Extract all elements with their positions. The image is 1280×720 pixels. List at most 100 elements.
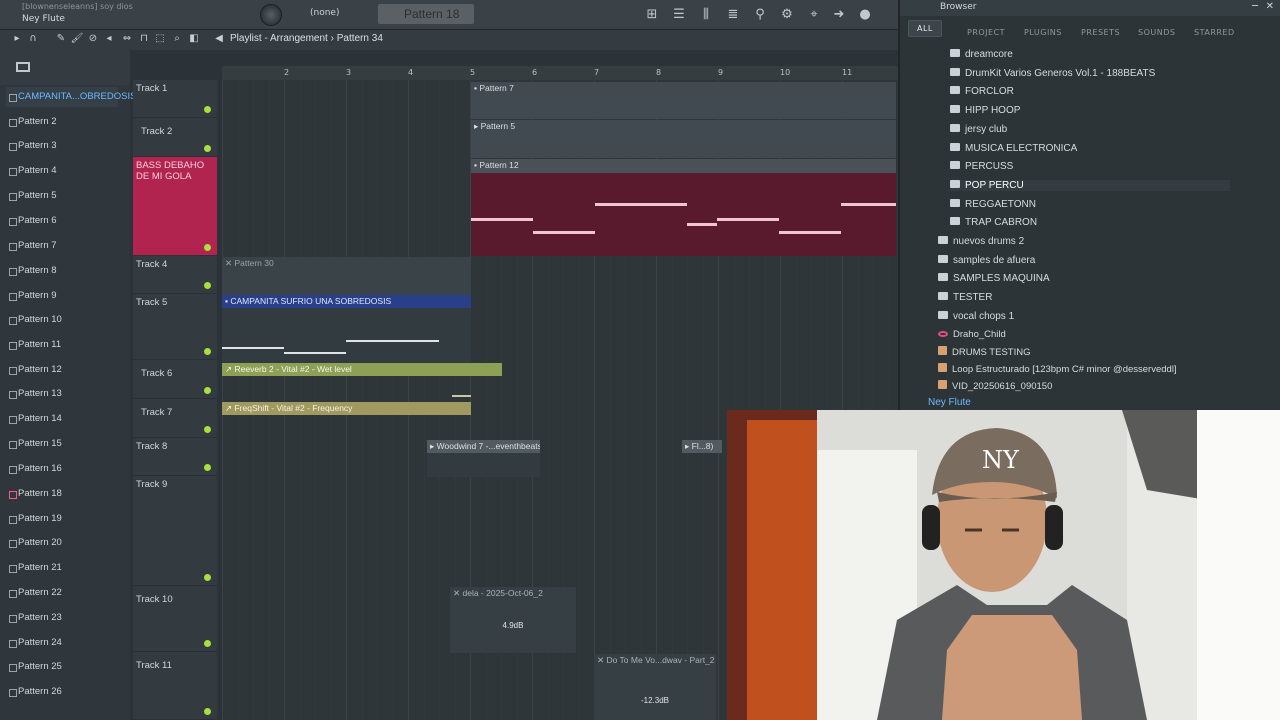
browser-file[interactable]: Draho_Child	[938, 329, 1006, 340]
track-header-7[interactable]: Track 7	[133, 399, 217, 438]
clip-freqshift-automation[interactable]: ↗ FreqShift - Vital #2 - Frequency	[222, 402, 471, 415]
brush-icon[interactable]: 🖌	[70, 33, 84, 47]
pattern-item[interactable]: Pattern 19	[6, 509, 118, 529]
pattern-item[interactable]: Pattern 23	[6, 608, 118, 628]
pattern-item[interactable]: Pattern 3	[6, 136, 118, 156]
browser-folder[interactable]: jersy club	[950, 123, 1007, 135]
browser-folder[interactable]: REGGAETONN	[950, 198, 1036, 210]
clip-pattern-12-body[interactable]	[471, 173, 896, 256]
tab-sounds[interactable]: SOUNDS	[1138, 28, 1175, 37]
delete-icon[interactable]: ⊘	[86, 33, 100, 47]
plugin-icon[interactable]: ⚲	[751, 6, 769, 24]
mic-icon[interactable]: ●	[856, 6, 874, 24]
clip-pattern-30[interactable]: ✕ Pattern 30	[222, 257, 471, 295]
browser-folder[interactable]: MUSICA ELECTRONICA	[950, 142, 1077, 154]
track-led[interactable]	[204, 106, 211, 113]
browser-folder[interactable]: PERCUSS	[950, 161, 1013, 172]
close-icon[interactable]: ✕	[1266, 1, 1274, 12]
clip-reverb-automation[interactable]: ↗ Reeverb 2 - Vital #2 - Wet level	[222, 363, 502, 376]
track-header-6[interactable]: Track 6	[133, 360, 217, 399]
channel-select[interactable]: (none)	[310, 8, 339, 18]
pattern-item[interactable]: Pattern 14	[6, 409, 118, 429]
track-led[interactable]	[204, 708, 211, 715]
speaker-icon[interactable]: ◀	[212, 33, 226, 47]
pattern-item[interactable]: Pattern 8	[6, 261, 118, 281]
clip-woodwind-body[interactable]	[427, 453, 540, 477]
current-pattern[interactable]: Pattern 34	[337, 33, 383, 44]
browser-file[interactable]: VID_20250616_090150	[938, 380, 1052, 392]
clip-pattern-7[interactable]: ▪ Pattern 7	[471, 82, 896, 119]
tab-starred[interactable]: STARRED	[1194, 28, 1235, 37]
browser-folder[interactable]: TRAP CABRON	[950, 217, 1037, 228]
browser-folder[interactable]: DrumKit Varios Generos Vol.1 - 188BEATS	[950, 67, 1155, 79]
browser-folder[interactable]: FORCLOR	[950, 86, 1014, 97]
tab-presets[interactable]: PRESETS	[1081, 28, 1120, 37]
tab-plugins[interactable]: PLUGINS	[1024, 28, 1062, 37]
mixer-icon[interactable]: ⫼	[697, 6, 715, 24]
pattern-item[interactable]: Pattern 18	[6, 484, 118, 504]
zoom-icon[interactable]: ⌕	[170, 33, 184, 47]
browser-folder[interactable]: POP PERCU	[950, 179, 1230, 191]
clip-dela-audio[interactable]: ✕ dela - 2025-Oct-06_2 4.9dB	[450, 587, 576, 653]
select-icon[interactable]: ⬚	[153, 33, 167, 47]
browser-folder[interactable]: vocal chops 1	[938, 310, 1014, 322]
pattern-selector[interactable]: Pattern 18	[378, 4, 474, 24]
tab-all[interactable]: ALL	[908, 20, 942, 37]
pencil-icon[interactable]: ✎	[54, 33, 68, 47]
browser-folder[interactable]: TESTER	[938, 292, 992, 303]
track-led[interactable]	[204, 426, 211, 433]
tempo-icon[interactable]: ⌖	[805, 6, 823, 24]
browser-user-folder[interactable]: Ney Flute	[928, 397, 971, 408]
pattern-item[interactable]: Pattern 6	[6, 211, 118, 231]
clip-fl[interactable]: ▸ Fl...8)	[682, 440, 722, 453]
pattern-item[interactable]: Pattern 26	[6, 682, 118, 702]
piano-roll-icon[interactable]: ⚙	[778, 6, 796, 24]
clip-campanita-body[interactable]	[222, 308, 471, 363]
pattern-item[interactable]: Pattern 22	[6, 583, 118, 603]
master-knob[interactable]	[260, 4, 282, 26]
track-led[interactable]	[204, 145, 211, 152]
track-header-11[interactable]: Track 11	[133, 652, 217, 720]
pattern-item[interactable]: Pattern 5	[6, 186, 118, 206]
pattern-item[interactable]: Pattern 9	[6, 286, 118, 306]
clip-pattern-12[interactable]: ▪ Pattern 12	[471, 159, 896, 173]
track-header-9[interactable]: Track 9	[133, 476, 217, 586]
pattern-item[interactable]: Pattern 15	[6, 434, 118, 454]
pattern-item[interactable]: Pattern 10	[6, 310, 118, 330]
track-led[interactable]	[204, 282, 211, 289]
minimize-icon[interactable]: ─	[1252, 1, 1258, 12]
pattern-item[interactable]: Pattern 4	[6, 161, 118, 181]
track-led[interactable]	[204, 244, 211, 251]
pattern-item[interactable]: Pattern 21	[6, 558, 118, 578]
clip-woodwind[interactable]: ▸ Woodwind 7 -...eventhbeats	[427, 440, 540, 453]
browser-folder[interactable]: samples de afuera	[938, 254, 1035, 266]
pattern-item[interactable]: Pattern 13	[6, 384, 118, 404]
magnet-icon[interactable]: ∩	[26, 33, 40, 47]
pattern-item[interactable]: Pattern 25	[6, 657, 118, 677]
menu-arrow-icon[interactable]: ▸	[10, 33, 24, 47]
timeline-ruler[interactable]: 2 3 4 5 6 7 8 9 10 11	[222, 66, 898, 80]
pattern-item[interactable]: Pattern 2	[6, 112, 118, 132]
track-header-1[interactable]: Track 1	[133, 80, 217, 118]
pattern-item[interactable]: Pattern 20	[6, 533, 118, 553]
track-led[interactable]	[204, 640, 211, 647]
browser-folder[interactable]: nuevos drums 2	[938, 236, 1024, 247]
track-header-bass[interactable]: BASS DEBAHO DE MI GOLA	[133, 157, 217, 256]
playlist-icon[interactable]: ☰	[670, 6, 688, 24]
channel-rack-icon[interactable]: ≣	[724, 6, 742, 24]
clip-campanita[interactable]: ▪ CAMPANITA SUFRIO UNA SOBREDOSIS	[222, 295, 471, 308]
browser-folder[interactable]: HIPP HOOP	[950, 105, 1020, 116]
arrow-icon[interactable]: ➜	[830, 6, 848, 24]
pattern-item[interactable]: CAMPANITA...OBREDOSIS	[6, 87, 136, 107]
playback-icon[interactable]: ◧	[187, 33, 201, 47]
track-led[interactable]	[204, 574, 211, 581]
pattern-item[interactable]: Pattern 12	[6, 360, 118, 380]
pattern-item[interactable]: Pattern 7	[6, 236, 118, 256]
mute-icon[interactable]: ◂	[102, 33, 116, 47]
track-header-4[interactable]: Track 4	[133, 256, 217, 294]
pattern-item[interactable]: Pattern 16	[6, 459, 118, 479]
browser-file[interactable]: DRUMS TESTING	[938, 345, 1030, 358]
track-header-2[interactable]: Track 2	[133, 118, 217, 157]
browser-folder[interactable]: SAMPLES MAQUINA	[938, 273, 1050, 284]
track-header-10[interactable]: Track 10	[133, 586, 217, 652]
